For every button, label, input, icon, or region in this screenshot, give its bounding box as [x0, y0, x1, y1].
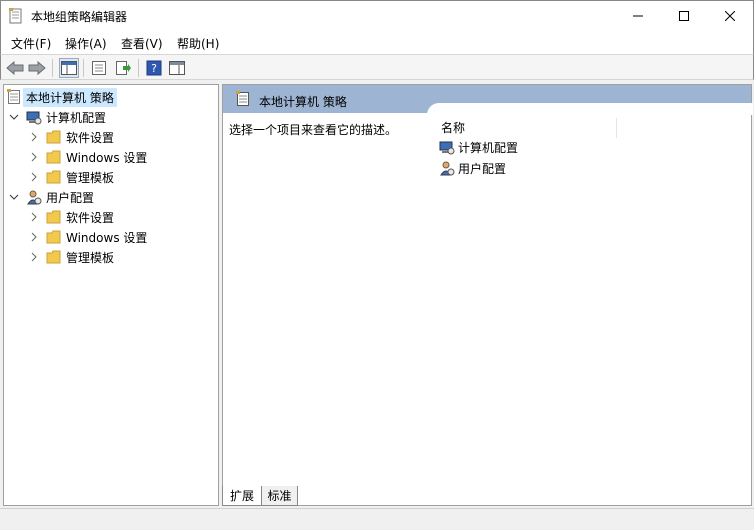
- tab-standard[interactable]: 标准: [262, 486, 298, 506]
- chevron-right-icon[interactable]: [28, 211, 40, 223]
- export-list-button[interactable]: [113, 58, 133, 78]
- list-item-label: 计算机配置: [458, 140, 519, 155]
- tree-label: 软件设置: [66, 130, 115, 145]
- close-button[interactable]: [707, 1, 753, 31]
- maximize-button[interactable]: [661, 1, 707, 31]
- details-pane: 本地计算机 策略 选择一个项目来查看它的描述。 名称 计算机配置 用户配置: [222, 84, 753, 506]
- chevron-down-icon[interactable]: [8, 111, 20, 123]
- chevron-right-icon[interactable]: [28, 251, 40, 263]
- show-hide-tree-button[interactable]: [59, 58, 79, 78]
- tree-item-admin-templates[interactable]: 管理模板: [28, 167, 114, 187]
- list-item-label: 用户配置: [458, 161, 507, 176]
- header-notch: [427, 103, 753, 115]
- description-text: 选择一个项目来查看它的描述。: [229, 123, 398, 137]
- list-item-user-config[interactable]: 用户配置: [439, 158, 506, 178]
- tree-label: 软件设置: [66, 210, 115, 225]
- tree-item-admin-templates[interactable]: 管理模板: [28, 247, 114, 267]
- maximize-icon: [679, 11, 689, 21]
- help-icon: ?: [146, 60, 162, 76]
- folder-icon: [46, 130, 61, 144]
- back-button[interactable]: [5, 58, 25, 78]
- user-icon: [27, 190, 42, 205]
- folder-icon: [46, 150, 61, 164]
- folder-icon: [46, 250, 61, 264]
- back-arrow-icon: [6, 61, 24, 75]
- chevron-right-icon[interactable]: [28, 231, 40, 243]
- tree-item-computer-config[interactable]: 计算机配置: [8, 107, 106, 127]
- tree-label: Windows 设置: [66, 150, 148, 165]
- details-title: 本地计算机 策略: [259, 95, 347, 109]
- menu-help[interactable]: 帮助(H): [177, 35, 219, 52]
- chevron-right-icon[interactable]: [28, 131, 40, 143]
- console-tree-icon: [61, 61, 77, 75]
- tree-label-computer-config: 计算机配置: [46, 110, 107, 125]
- show-hide-action-pane-button[interactable]: [167, 58, 187, 78]
- status-bar: [0, 508, 754, 530]
- tree-label: Windows 设置: [66, 230, 148, 245]
- menu-bar: 文件(F) 操作(A) 查看(V) 帮助(H): [0, 30, 754, 54]
- properties-button[interactable]: [89, 58, 109, 78]
- svg-text:?: ?: [151, 62, 157, 75]
- list-item-computer-config[interactable]: 计算机配置: [439, 137, 518, 157]
- folder-icon: [46, 170, 61, 184]
- menu-file[interactable]: 文件(F): [11, 35, 51, 52]
- forward-arrow-icon: [28, 61, 46, 75]
- tab-extended[interactable]: 扩展: [222, 486, 262, 506]
- forward-button[interactable]: [27, 58, 47, 78]
- chevron-down-icon[interactable]: [8, 191, 20, 203]
- console-tree-pane: 本地计算机 策略 计算机配置 软件设置 Windows 设置 管理模板 用户配置…: [3, 84, 219, 506]
- folder-icon: [46, 230, 61, 244]
- toolbar: ?: [0, 54, 754, 80]
- window-title: 本地组策略编辑器: [31, 10, 128, 24]
- close-icon: [725, 11, 735, 21]
- tree-item-local-computer-policy[interactable]: 本地计算机 策略: [6, 87, 117, 107]
- folder-icon: [46, 210, 61, 224]
- chevron-right-icon[interactable]: [28, 151, 40, 163]
- tree-item-software-settings[interactable]: 软件设置: [28, 127, 114, 147]
- minimize-button[interactable]: [615, 1, 661, 31]
- title-bar: 本地组策略编辑器: [0, 0, 754, 30]
- tree-label: 管理模板: [66, 170, 115, 185]
- tree-label: 管理模板: [66, 250, 115, 265]
- column-header-label: 名称: [441, 121, 466, 135]
- help-button[interactable]: ?: [144, 58, 164, 78]
- user-icon: [440, 161, 455, 176]
- policy-document-icon: [235, 91, 251, 110]
- view-tabs: 扩展 标准: [222, 486, 752, 508]
- properties-icon: [92, 61, 106, 75]
- policy-document-icon: [7, 89, 20, 104]
- tree-item-software-settings[interactable]: 软件设置: [28, 207, 114, 227]
- tree-item-user-config[interactable]: 用户配置: [8, 187, 94, 207]
- menu-action[interactable]: 操作(A): [65, 35, 107, 52]
- policy-editor-icon: [9, 8, 23, 24]
- minimize-icon: [633, 15, 643, 17]
- chevron-right-icon[interactable]: [28, 171, 40, 183]
- tree-item-windows-settings[interactable]: Windows 设置: [28, 147, 147, 167]
- tree-item-windows-settings[interactable]: Windows 设置: [28, 227, 147, 247]
- computer-icon: [439, 141, 455, 155]
- column-header-name[interactable]: 名称: [441, 118, 617, 138]
- menu-view[interactable]: 查看(V): [121, 35, 163, 52]
- action-pane-icon: [169, 61, 185, 75]
- tree-root-label: 本地计算机 策略: [23, 87, 117, 107]
- tree-label-user-config: 用户配置: [46, 190, 95, 205]
- export-list-icon: [116, 61, 131, 75]
- computer-icon: [26, 111, 42, 125]
